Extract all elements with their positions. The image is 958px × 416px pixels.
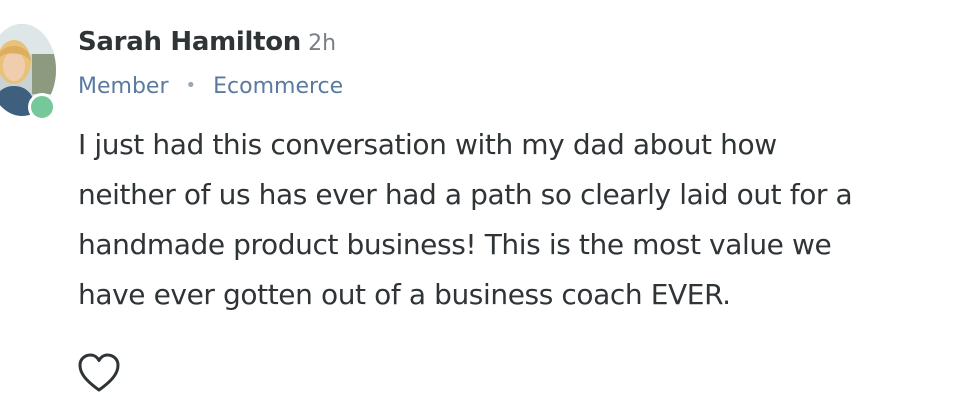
online-status-indicator: [28, 93, 56, 121]
author-meta: Member • Ecommerce: [78, 74, 343, 99]
post-body-line: handmade product business! This is the m…: [78, 228, 832, 261]
post-body: I just had this conversation with my dad…: [78, 120, 953, 320]
post-timestamp[interactable]: 2h: [308, 31, 336, 56]
community-post: Sarah Hamilton 2h Member • Ecommerce I j…: [0, 0, 958, 416]
like-button[interactable]: [76, 352, 122, 394]
space-link[interactable]: Ecommerce: [213, 74, 343, 99]
avatar[interactable]: [0, 24, 58, 121]
post-header: Sarah Hamilton 2h: [78, 27, 336, 57]
member-role-label: Member: [78, 74, 169, 99]
author-name[interactable]: Sarah Hamilton: [78, 27, 301, 57]
heart-icon: [78, 353, 120, 392]
post-body-line: have ever gotten out of a business coach…: [78, 278, 731, 311]
post-body-line: I just had this conversation with my dad…: [78, 128, 777, 161]
post-body-line: neither of us has ever had a path so cle…: [78, 178, 853, 211]
meta-separator: •: [185, 75, 197, 96]
